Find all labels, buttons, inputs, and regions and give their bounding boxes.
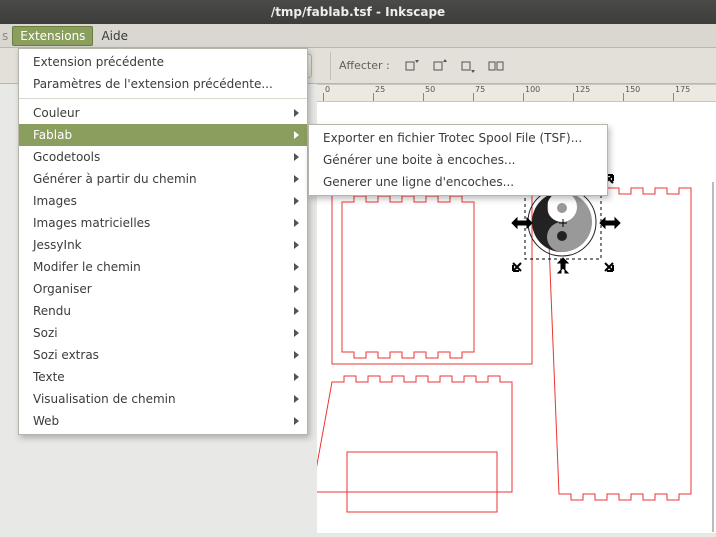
ext-gcodetools[interactable]: Gcodetools [19,146,307,168]
fablab-gen-ligne[interactable]: Generer une ligne d'encoches... [309,171,607,193]
ext-jessyink[interactable]: JessyInk [19,234,307,256]
toolbar-separator [330,52,331,80]
affect-btn-4[interactable] [484,54,508,78]
fablab-gen-boite[interactable]: Générer une boite à encoches... [309,149,607,171]
transform-icon [488,58,504,74]
ext-gen-chemin[interactable]: Générer à partir du chemin [19,168,307,190]
ext-sozi[interactable]: Sozi [19,322,307,344]
transform-icon [404,58,420,74]
ruler-horizontal: 0 25 50 75 100 125 150 175 [317,84,716,102]
ext-texte[interactable]: Texte [19,366,307,388]
ext-fablab[interactable]: Fablab [19,124,307,146]
ext-prev-params[interactable]: Paramètres de l'extension précédente... [19,73,307,95]
ext-images-mat[interactable]: Images matricielles [19,212,307,234]
ruler-tick: 175 [675,85,690,94]
menubar-item-clipped[interactable]: s [2,26,12,46]
ext-prev[interactable]: Extension précédente [19,51,307,73]
affect-btn-2[interactable] [428,54,452,78]
affect-label: Affecter : [339,59,390,72]
ext-couleur[interactable]: Couleur [19,102,307,124]
ruler-tick: 50 [425,85,435,94]
ext-modif-chemin[interactable]: Modifer le chemin [19,256,307,278]
affect-btn-3[interactable] [456,54,480,78]
menubar-item-extensions[interactable]: Extensions [12,26,93,46]
ruler-tick: 150 [625,85,640,94]
ext-images[interactable]: Images [19,190,307,212]
fablab-submenu: Exporter en fichier Trotec Spool File (T… [308,124,608,196]
window-title: /tmp/fablab.tsf - Inkscape [271,5,445,19]
ext-vis-chemin[interactable]: Visualisation de chemin [19,388,307,410]
transform-icon [460,58,476,74]
menu-separator [19,98,307,99]
menubar: s Extensions Aide [0,24,716,48]
menubar-item-help[interactable]: Aide [93,26,136,46]
ruler-tick: 125 [575,85,590,94]
ruler-tick: 75 [475,85,485,94]
window-titlebar: /tmp/fablab.tsf - Inkscape [0,0,716,24]
fablab-export-tsf[interactable]: Exporter en fichier Trotec Spool File (T… [309,127,607,149]
ext-organiser[interactable]: Organiser [19,278,307,300]
extensions-menu: Extension précédente Paramètres de l'ext… [18,48,308,435]
affect-btn-1[interactable] [400,54,424,78]
ext-sozi-extras[interactable]: Sozi extras [19,344,307,366]
ext-rendu[interactable]: Rendu [19,300,307,322]
ruler-tick: 25 [375,85,385,94]
transform-icon [432,58,448,74]
ext-web[interactable]: Web [19,410,307,432]
ruler-tick: 0 [325,85,330,94]
ruler-tick: 100 [525,85,540,94]
